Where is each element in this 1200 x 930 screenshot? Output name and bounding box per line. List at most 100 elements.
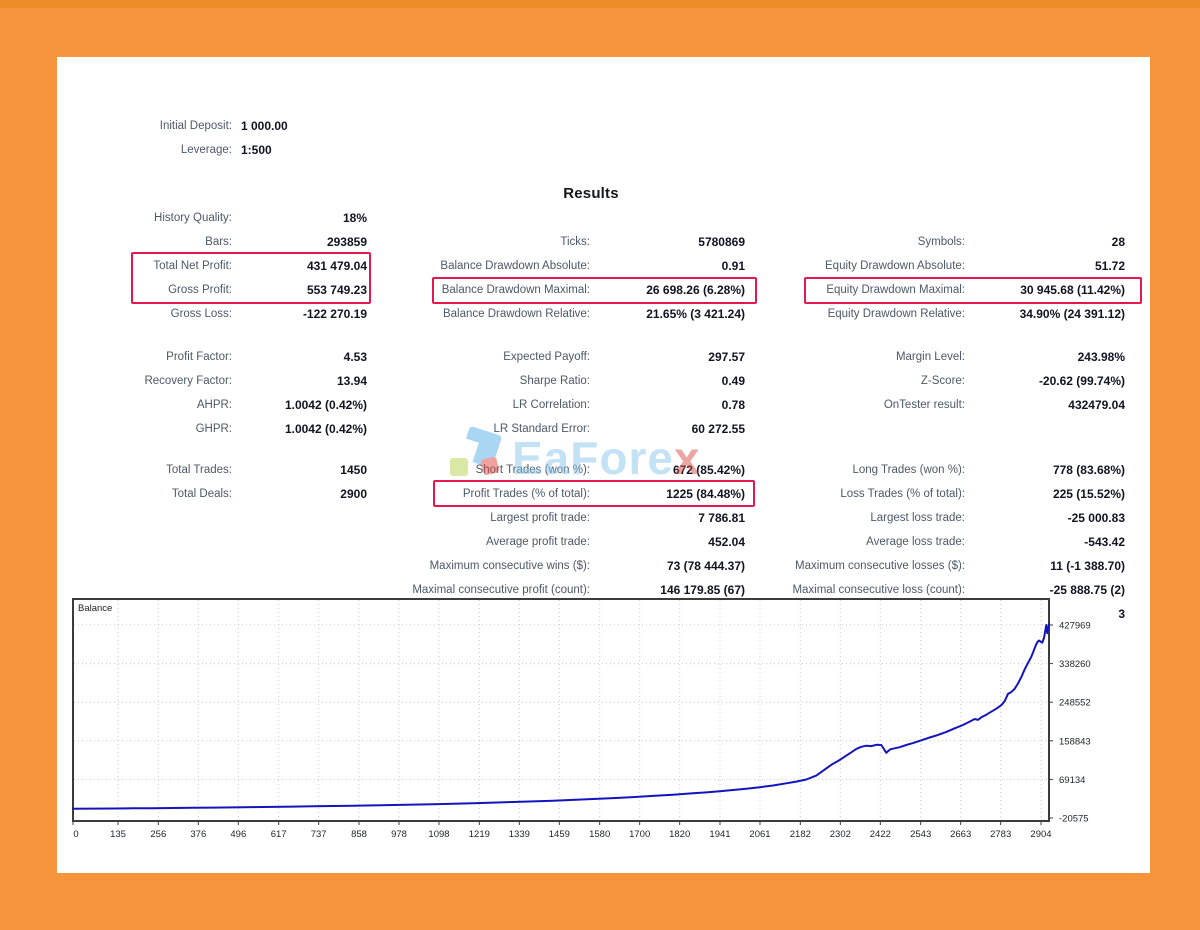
stat-label: Profit Factor: xyxy=(57,345,232,369)
stat-label: Initial Deposit: xyxy=(57,114,232,138)
stat-value xyxy=(965,417,1125,441)
x-axis-tick-label: 2422 xyxy=(870,829,891,840)
stat-label: Sharpe Ratio: xyxy=(367,369,590,393)
stat-label: Recovery Factor: xyxy=(57,369,232,393)
chart-title: Balance xyxy=(78,603,112,614)
x-axis-tick-label: 496 xyxy=(230,829,246,840)
stat-value: 0.78 xyxy=(590,393,745,417)
deposit-info-section: Initial Deposit:1 000.00Leverage:1:500 xyxy=(57,114,1125,162)
x-axis-tick-label: 2783 xyxy=(990,829,1011,840)
stat-value: 293859 xyxy=(232,230,367,254)
stat-label: Total Deals: xyxy=(57,482,232,506)
stat-label: Short Trades (won %): xyxy=(367,458,590,482)
y-axis-tick-label: 338260 xyxy=(1059,659,1091,670)
x-axis-tick-label: 256 xyxy=(150,829,166,840)
stat-label: LR Correlation: xyxy=(367,393,590,417)
stat-value: 34.90% (24 391.12) xyxy=(965,302,1125,326)
x-axis-tick-label: 858 xyxy=(351,829,367,840)
stat-value: -122 270.19 xyxy=(232,302,367,326)
stat-value: 1.0042 (0.42%) xyxy=(232,417,367,441)
stat-label xyxy=(57,506,232,530)
stat-value: 13.94 xyxy=(232,369,367,393)
stat-value: 73 (78 444.37) xyxy=(590,554,745,578)
x-axis-tick-label: 617 xyxy=(271,829,287,840)
y-axis-tick-label: 69134 xyxy=(1059,775,1085,786)
stat-label: Balance Drawdown Maximal: xyxy=(367,278,590,302)
stat-value: 432479.04 xyxy=(965,393,1125,417)
x-axis-tick-label: 2543 xyxy=(910,829,931,840)
stat-label: Largest profit trade: xyxy=(367,506,590,530)
stat-value: 672 (85.42%) xyxy=(590,458,745,482)
stat-label: Profit Trades (% of total): xyxy=(367,482,590,506)
stat-value: 4.53 xyxy=(232,345,367,369)
stat-value: 28 xyxy=(965,230,1125,254)
stat-label: Equity Drawdown Absolute: xyxy=(745,254,965,278)
stat-label: Average loss trade: xyxy=(745,530,965,554)
stat-value: 1 000.00 xyxy=(232,114,367,138)
stat-value xyxy=(232,530,367,554)
y-axis-tick-label: -20575 xyxy=(1059,814,1089,825)
stat-label: History Quality: xyxy=(57,206,232,230)
stat-label xyxy=(367,138,590,162)
stat-label xyxy=(745,114,965,138)
stat-value: 1.0042 (0.42%) xyxy=(232,393,367,417)
stat-label: Maximum consecutive losses ($): xyxy=(745,554,965,578)
stat-label: Total Trades: xyxy=(57,458,232,482)
stat-value: 1450 xyxy=(232,458,367,482)
x-axis-tick-label: 2182 xyxy=(790,829,811,840)
stat-value xyxy=(965,138,1125,162)
x-axis-tick-label: 1580 xyxy=(589,829,610,840)
stat-value: 26 698.26 (6.28%) xyxy=(590,278,745,302)
stat-value: -25 000.83 xyxy=(965,506,1125,530)
x-axis-tick-label: 1459 xyxy=(549,829,570,840)
stat-value: 778 (83.68%) xyxy=(965,458,1125,482)
x-axis-tick-label: 978 xyxy=(391,829,407,840)
stat-value xyxy=(590,138,745,162)
stat-label: OnTester result: xyxy=(745,393,965,417)
stat-value: 0.49 xyxy=(590,369,745,393)
x-axis-tick-label: 1098 xyxy=(428,829,449,840)
stat-value: 18% xyxy=(232,206,367,230)
summary-stats-section: History Quality:18%Bars:293859Ticks:5780… xyxy=(57,206,1125,326)
x-axis-tick-label: 1941 xyxy=(709,829,730,840)
x-axis-tick-label: 135 xyxy=(110,829,126,840)
stat-value xyxy=(965,114,1125,138)
stat-label: LR Standard Error: xyxy=(367,417,590,441)
stat-value: 51.72 xyxy=(965,254,1125,278)
stat-label: Average profit trade: xyxy=(367,530,590,554)
x-axis-tick-label: 2904 xyxy=(1030,829,1051,840)
stat-label: Ticks: xyxy=(367,230,590,254)
plot-border xyxy=(73,599,1049,821)
stat-value: 297.57 xyxy=(590,345,745,369)
stat-label: Margin Level: xyxy=(745,345,965,369)
stat-label: GHPR: xyxy=(57,417,232,441)
balance-chart-svg: 0135256376496617737858978109812191339145… xyxy=(72,598,1150,858)
stat-value: 225 (15.52%) xyxy=(965,482,1125,506)
x-axis-tick-label: 0 xyxy=(73,829,78,840)
x-axis-tick-label: 1700 xyxy=(629,829,650,840)
y-axis-tick-label: 427969 xyxy=(1059,621,1091,632)
stat-label: Bars: xyxy=(57,230,232,254)
stat-label: Equity Drawdown Relative: xyxy=(745,302,965,326)
stat-value: 60 272.55 xyxy=(590,417,745,441)
stat-value: 11 (-1 388.70) xyxy=(965,554,1125,578)
y-axis-tick-label: 248552 xyxy=(1059,698,1091,709)
ratio-stats-section: Profit Factor:4.53Expected Payoff:297.57… xyxy=(57,345,1125,441)
stat-label: Largest loss trade: xyxy=(745,506,965,530)
stat-value xyxy=(590,114,745,138)
x-axis-tick-label: 1339 xyxy=(509,829,530,840)
stat-value: 431 479.04 xyxy=(232,254,367,278)
stat-label: Z-Score: xyxy=(745,369,965,393)
stat-value: 243.98% xyxy=(965,345,1125,369)
stat-label xyxy=(745,138,965,162)
y-axis-tick-label: 158843 xyxy=(1059,736,1091,747)
stat-label: AHPR: xyxy=(57,393,232,417)
stat-label: Symbols: xyxy=(745,230,965,254)
stat-value: 0.91 xyxy=(590,254,745,278)
x-axis-tick-label: 1219 xyxy=(469,829,490,840)
balance-chart: 0135256376496617737858978109812191339145… xyxy=(72,598,1150,858)
x-axis-tick-label: 2061 xyxy=(749,829,770,840)
stat-value xyxy=(232,554,367,578)
stat-label: Loss Trades (% of total): xyxy=(745,482,965,506)
stat-value: 5780869 xyxy=(590,230,745,254)
